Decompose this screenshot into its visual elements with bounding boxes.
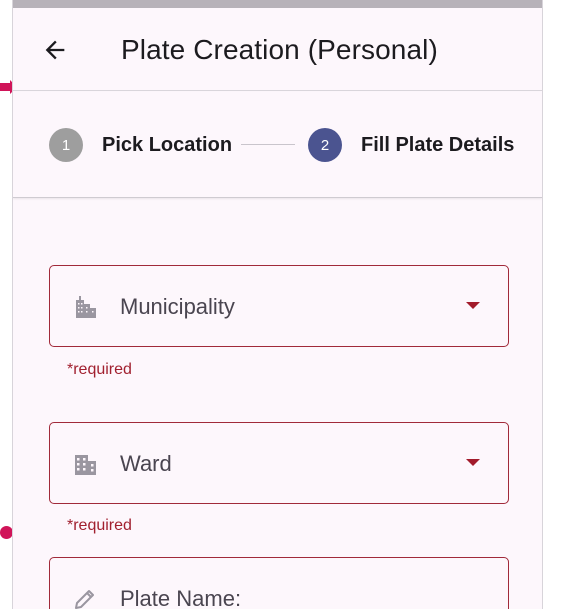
municipality-helper-text: *required <box>67 361 132 378</box>
ward-label: Ward <box>120 451 172 476</box>
step-pick-location[interactable]: 1 Pick Location <box>49 128 232 162</box>
step-label: Pick Location <box>102 133 233 156</box>
dropdown-caret-icon <box>466 459 480 466</box>
apartment-building-icon <box>75 455 96 475</box>
back-button[interactable] <box>35 30 75 70</box>
screen: Plate Creation (Personal) 1 Pick Locatio… <box>0 0 562 609</box>
municipality-dropdown[interactable]: Municipality <box>49 265 509 347</box>
arrow-left-icon <box>45 40 65 60</box>
app-bar: Plate Creation (Personal) <box>13 8 542 91</box>
ward-dropdown[interactable]: Ward <box>49 422 509 504</box>
page-title: Plate Creation (Personal) <box>121 34 438 65</box>
app-window: Plate Creation (Personal) 1 Pick Locatio… <box>12 0 543 609</box>
dropdown-caret-icon <box>466 302 480 309</box>
step-number-badge: 2 <box>308 128 342 162</box>
step-fill-plate-details[interactable]: 2 Fill Plate Details <box>308 128 514 162</box>
step-connector <box>241 144 295 145</box>
plate-name-label: Plate Name: <box>120 586 242 609</box>
step-number-badge: 1 <box>49 128 83 162</box>
status-bar <box>13 0 542 8</box>
plate-name-field[interactable]: Plate Name: <box>49 557 509 609</box>
pencil-icon <box>75 590 94 609</box>
step-label: Fill Plate Details <box>361 133 515 156</box>
stepper: 1 Pick Location 2 Fill Plate Details <box>13 92 542 198</box>
city-buildings-icon <box>76 296 96 318</box>
municipality-label: Municipality <box>120 294 235 319</box>
ward-helper-text: *required <box>67 517 132 534</box>
